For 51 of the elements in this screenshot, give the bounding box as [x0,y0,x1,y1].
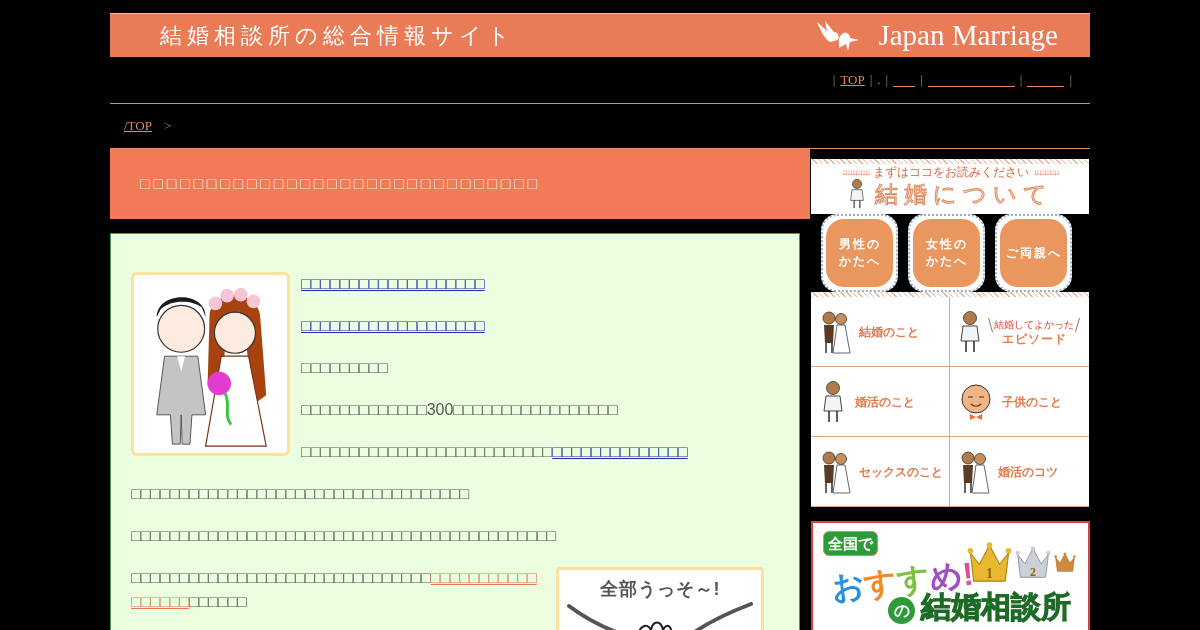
crown-icon [1015,543,1051,581]
text-link[interactable]: □□□□□□□□□□□□□□□□□□□ [301,275,485,292]
paragraph: □□□□□□□□□□□□□□□□□□□□□□□□□□□□□□□□□□□□□□□□ [301,442,689,462]
audience-button[interactable]: 男性のかたへ [826,219,893,287]
nav-separator: | [1069,71,1072,90]
blank-link[interactable] [927,86,1015,87]
crown-number: 1 [986,567,993,582]
text-link[interactable]: □□□□□□□□□□□ [430,569,537,586]
text-link[interactable]: □□□□□□□□□□□□□□□□□□□ [301,317,485,334]
person-icon [847,179,867,209]
nav-separator: | [1019,71,1023,90]
breadcrumb-separator: > [163,117,172,136]
topic-link[interactable]: 結婚のこと [811,297,950,367]
nav-separator: | [885,71,889,90]
breadcrumb-link[interactable]: /TOP [124,116,156,136]
paragraph: □□□□□□□□□□□□□300□□□□□□□□□□□□□□□□□ [301,400,619,420]
arrow-row-text: ↓↓↓↓↓↓↓↓↓↓ [1033,166,1059,179]
paragraph: □□□□□□□□□□□□□□□□□□□□□□□□□□□□□□□□□□□□□□□□□□□□ [131,526,558,546]
audience-button[interactable]: ご両親へ [1000,219,1067,287]
site-logo-text: Japan Marriage [878,21,1058,50]
topic-link[interactable]: セックスのこと [811,437,950,507]
text-link[interactable]: □□□□□□ [131,593,189,610]
site-title: 結婚相談所の総合情報サイト [160,24,515,47]
promo-particle: の [888,597,915,624]
two-figures-icon [819,449,851,494]
nav-separator: | [832,71,836,90]
paragraph: □□□□□□□□□ [301,358,389,378]
audience-button[interactable]: 女性のかたへ [913,219,980,287]
arrow-row-text: ↓↓↓↓↓↓↓↓↓↓↓ [841,166,870,179]
text-link[interactable]: □□□□□□□□□□□□□□ [552,443,688,460]
nav-separator: | [920,71,923,90]
article-title: □□□□□□□□□□□□□□□□□□□□□□□□□□□□□□ [140,176,541,192]
intro-note: まずはココをお読みください [873,165,1030,179]
two-figures-icon [819,309,851,354]
intro-title: 結婚について [875,180,1053,209]
nav-text: . [877,71,881,90]
promo-badge: 全国で [823,531,878,556]
crown-number: 2 [1030,565,1036,578]
illustration-caption: 全部うっそ～! [599,578,721,600]
slant-line [988,317,993,332]
blank-link[interactable] [1027,86,1065,87]
slant-line [1075,317,1080,332]
paragraph: □□□□□□□□□□□□□□□□□□□□□□□□□□□□□□□□□□□ [131,484,471,504]
nav-link[interactable]: TOP [840,70,865,90]
topic-link[interactable]: 婚活のこと [811,367,950,437]
face-icon [958,383,994,420]
crown-icon [1054,552,1076,572]
nav-separator: | [869,71,873,90]
blank-link[interactable] [893,86,916,87]
two-figures-icon [958,449,990,494]
paragraph: □□□□□□□□□□□□□□□□□□□□□□□□□□□□□□□□□□□□□□□□□□ □□□□□□□□□□□□ [131,568,538,612]
